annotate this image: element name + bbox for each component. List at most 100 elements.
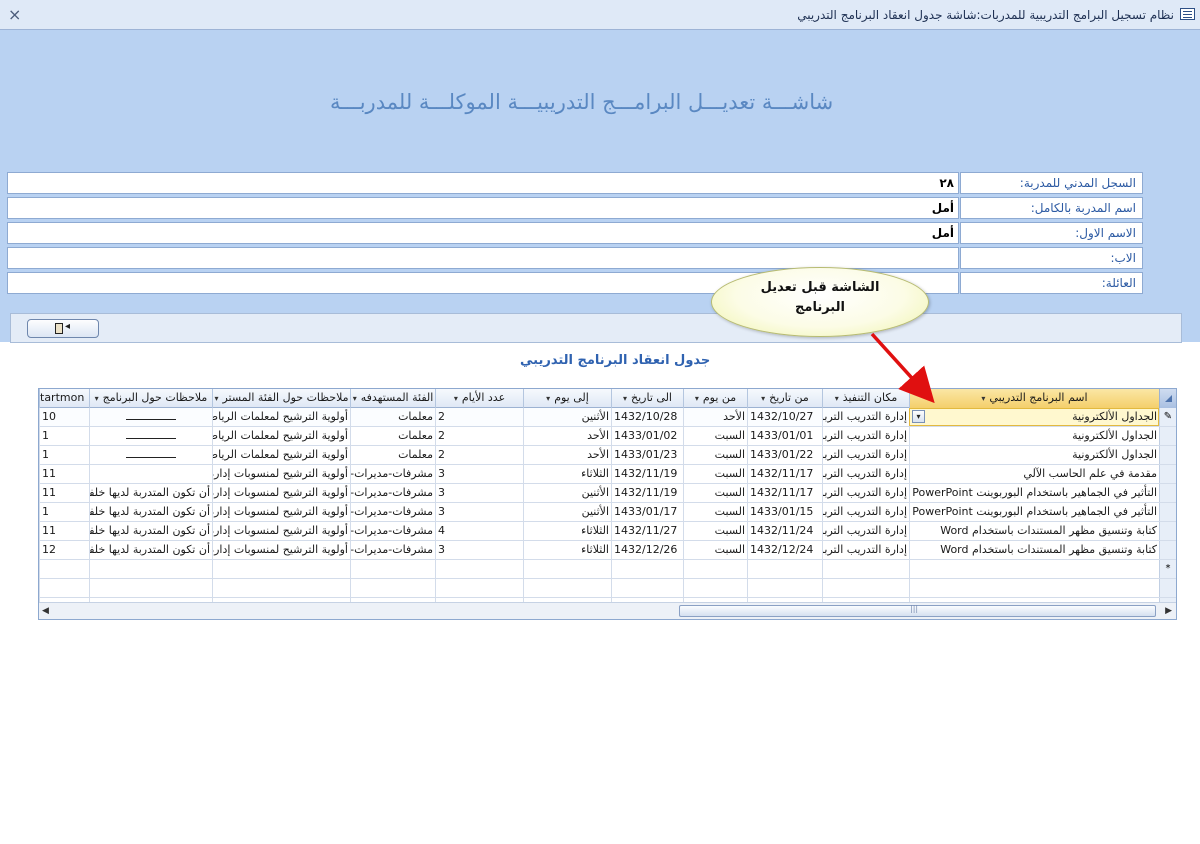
- cell-program-notes[interactable]: أن تكون المتدربة لديها خلفية: [89, 522, 212, 540]
- cell-program-name[interactable]: كتابة وتنسيق مظهر المستندات باستخدام Wor…: [909, 522, 1159, 540]
- cell-to-day[interactable]: الأحد: [523, 427, 611, 445]
- cell-from-day[interactable]: السبت: [683, 484, 747, 502]
- cell-from-day[interactable]: السبت: [683, 503, 747, 521]
- civil-id-field[interactable]: ٢٨: [7, 172, 959, 194]
- cell-startmonth[interactable]: 12: [39, 541, 89, 559]
- cell-to-date[interactable]: [611, 560, 683, 578]
- cell-from-day[interactable]: [683, 560, 747, 578]
- column-header-group-notes[interactable]: ملاحظات حول الفئة المستر▾: [212, 389, 350, 408]
- cell-days[interactable]: 2: [435, 427, 523, 445]
- row-selector[interactable]: [1159, 522, 1176, 540]
- new-record-row[interactable]: *: [39, 560, 1176, 579]
- cell-from-date[interactable]: 1433/01/22: [747, 446, 822, 464]
- datasheet-grid[interactable]: اسم البرنامج التدريبي▾ مكان التنفيذ▾ من …: [38, 388, 1177, 620]
- cell-program-notes[interactable]: أن تكون المتدربة لديها خلفية: [89, 503, 212, 521]
- scroll-left-icon[interactable]: ◀: [42, 606, 49, 616]
- column-header-from-date[interactable]: من تاريخ▾: [747, 389, 822, 408]
- cell-program-notes[interactable]: [89, 560, 212, 578]
- cell-to-date[interactable]: [611, 579, 683, 597]
- cell-from-date[interactable]: 1432/11/17: [747, 465, 822, 483]
- cell-group-notes[interactable]: أولوية الترشيح لمعلمات الرياضيات: [212, 446, 350, 464]
- cell-target-group[interactable]: مشرفات-مديرات-: [350, 465, 435, 483]
- dropdown-arrow-icon[interactable]: ▾: [835, 394, 839, 403]
- cell-to-date[interactable]: 1432/12/26: [611, 541, 683, 559]
- cell-group-notes[interactable]: أولوية الترشيح لمنسوبات إدارة: [212, 484, 350, 502]
- cell-to-day[interactable]: [523, 579, 611, 597]
- cell-from-day[interactable]: السبت: [683, 465, 747, 483]
- row-selector[interactable]: [1159, 579, 1176, 597]
- cell-target-group[interactable]: مشرفات-مديرات-: [350, 522, 435, 540]
- cell-from-day[interactable]: السبت: [683, 541, 747, 559]
- row-selector[interactable]: [1159, 446, 1176, 464]
- dropdown-arrow-icon[interactable]: ▾: [695, 394, 699, 403]
- dropdown-arrow-icon[interactable]: ▾: [623, 394, 627, 403]
- cell-program-notes[interactable]: [89, 427, 212, 445]
- cell-startmonth[interactable]: 1: [39, 446, 89, 464]
- column-header-target-group[interactable]: الفئة المستهدفه▾: [350, 389, 435, 408]
- cell-days[interactable]: 3: [435, 484, 523, 502]
- cell-group-notes[interactable]: أولوية الترشيح لمنسوبات إدارة: [212, 541, 350, 559]
- cell-from-date[interactable]: [747, 560, 822, 578]
- empty-row[interactable]: [39, 579, 1176, 598]
- row-selector[interactable]: [1159, 484, 1176, 502]
- full-name-field[interactable]: أمل: [7, 197, 959, 219]
- cell-program-name[interactable]: الجداول الألكترونية: [909, 446, 1159, 464]
- horizontal-scrollbar[interactable]: ◀ ▶: [39, 602, 1176, 619]
- cell-days[interactable]: 3: [435, 503, 523, 521]
- cell-from-date[interactable]: 1432/12/24: [747, 541, 822, 559]
- column-header-location[interactable]: مكان التنفيذ▾: [822, 389, 909, 408]
- dropdown-arrow-icon[interactable]: ▾: [761, 394, 765, 403]
- cell-to-day[interactable]: الثلاثاء: [523, 522, 611, 540]
- cell-program-notes[interactable]: [89, 446, 212, 464]
- cell-from-date[interactable]: [747, 579, 822, 597]
- scroll-thumb[interactable]: [679, 604, 1156, 617]
- cell-location[interactable]: إدارة التدريب التربوي: [822, 465, 909, 483]
- table-row[interactable]: الجداول الألكترونية إدارة التدريب التربوي…: [39, 446, 1176, 465]
- column-header-program-name[interactable]: اسم البرنامج التدريبي▾: [909, 389, 1159, 408]
- column-header-startmonth[interactable]: tartmon: [39, 389, 89, 408]
- exit-button[interactable]: ◂: [27, 319, 99, 338]
- cell-group-notes[interactable]: [212, 560, 350, 578]
- dropdown-arrow-icon[interactable]: ▾: [95, 394, 99, 403]
- cell-days[interactable]: [435, 579, 523, 597]
- dropdown-arrow-icon[interactable]: ▾: [353, 394, 357, 403]
- cell-to-date[interactable]: 1432/10/28: [611, 408, 683, 426]
- cell-from-day[interactable]: السبت: [683, 522, 747, 540]
- cell-to-date[interactable]: 1433/01/23: [611, 446, 683, 464]
- new-record-icon[interactable]: *: [1159, 560, 1176, 578]
- cell-program-notes[interactable]: [89, 408, 212, 426]
- cell-location[interactable]: إدارة التدريب التربوي: [822, 503, 909, 521]
- row-selector[interactable]: [1159, 541, 1176, 559]
- cell-program-notes[interactable]: أن تكون المتدربة لديها خلفية: [89, 541, 212, 559]
- dropdown-arrow-icon[interactable]: ▾: [546, 394, 550, 403]
- cell-program-name[interactable]: [909, 560, 1159, 578]
- cell-program-notes[interactable]: [89, 579, 212, 597]
- close-icon[interactable]: ×: [8, 5, 21, 24]
- cell-days[interactable]: 2: [435, 446, 523, 464]
- cell-to-day[interactable]: [523, 560, 611, 578]
- cell-target-group[interactable]: معلمات: [350, 408, 435, 426]
- cell-target-group[interactable]: [350, 579, 435, 597]
- cell-from-day[interactable]: الأحد: [683, 408, 747, 426]
- dropdown-arrow-icon[interactable]: ▾: [454, 394, 458, 403]
- cell-from-date[interactable]: 1432/11/24: [747, 522, 822, 540]
- cell-location[interactable]: إدارة التدريب التربوي: [822, 484, 909, 502]
- cell-startmonth[interactable]: 1: [39, 503, 89, 521]
- row-selector[interactable]: [1159, 503, 1176, 521]
- cell-target-group[interactable]: [350, 560, 435, 578]
- cell-to-date[interactable]: 1432/11/27: [611, 522, 683, 540]
- table-row[interactable]: ✎ الجداول الألكترونية ▾ إدارة التدريب الترب…: [39, 408, 1176, 427]
- cell-location[interactable]: إدارة التدريب التربوي: [822, 541, 909, 559]
- cell-to-day[interactable]: الأحد: [523, 446, 611, 464]
- cell-program-name[interactable]: الجداول الألكترونية ▾: [909, 408, 1159, 426]
- cell-to-day[interactable]: الأثنين: [523, 484, 611, 502]
- cell-from-day[interactable]: السبت: [683, 427, 747, 445]
- cell-target-group[interactable]: مشرفات-مديرات-: [350, 541, 435, 559]
- column-header-to-day[interactable]: إلى يوم▾: [523, 389, 611, 408]
- cell-location[interactable]: [822, 560, 909, 578]
- cell-group-notes[interactable]: أولوية الترشيح لمنسوبات إدارة: [212, 503, 350, 521]
- cell-to-date[interactable]: 1432/11/19: [611, 465, 683, 483]
- cell-startmonth[interactable]: 11: [39, 484, 89, 502]
- table-row[interactable]: الجداول الألكترونية إدارة التدريب التربوي…: [39, 427, 1176, 446]
- cell-from-date[interactable]: 1433/01/15: [747, 503, 822, 521]
